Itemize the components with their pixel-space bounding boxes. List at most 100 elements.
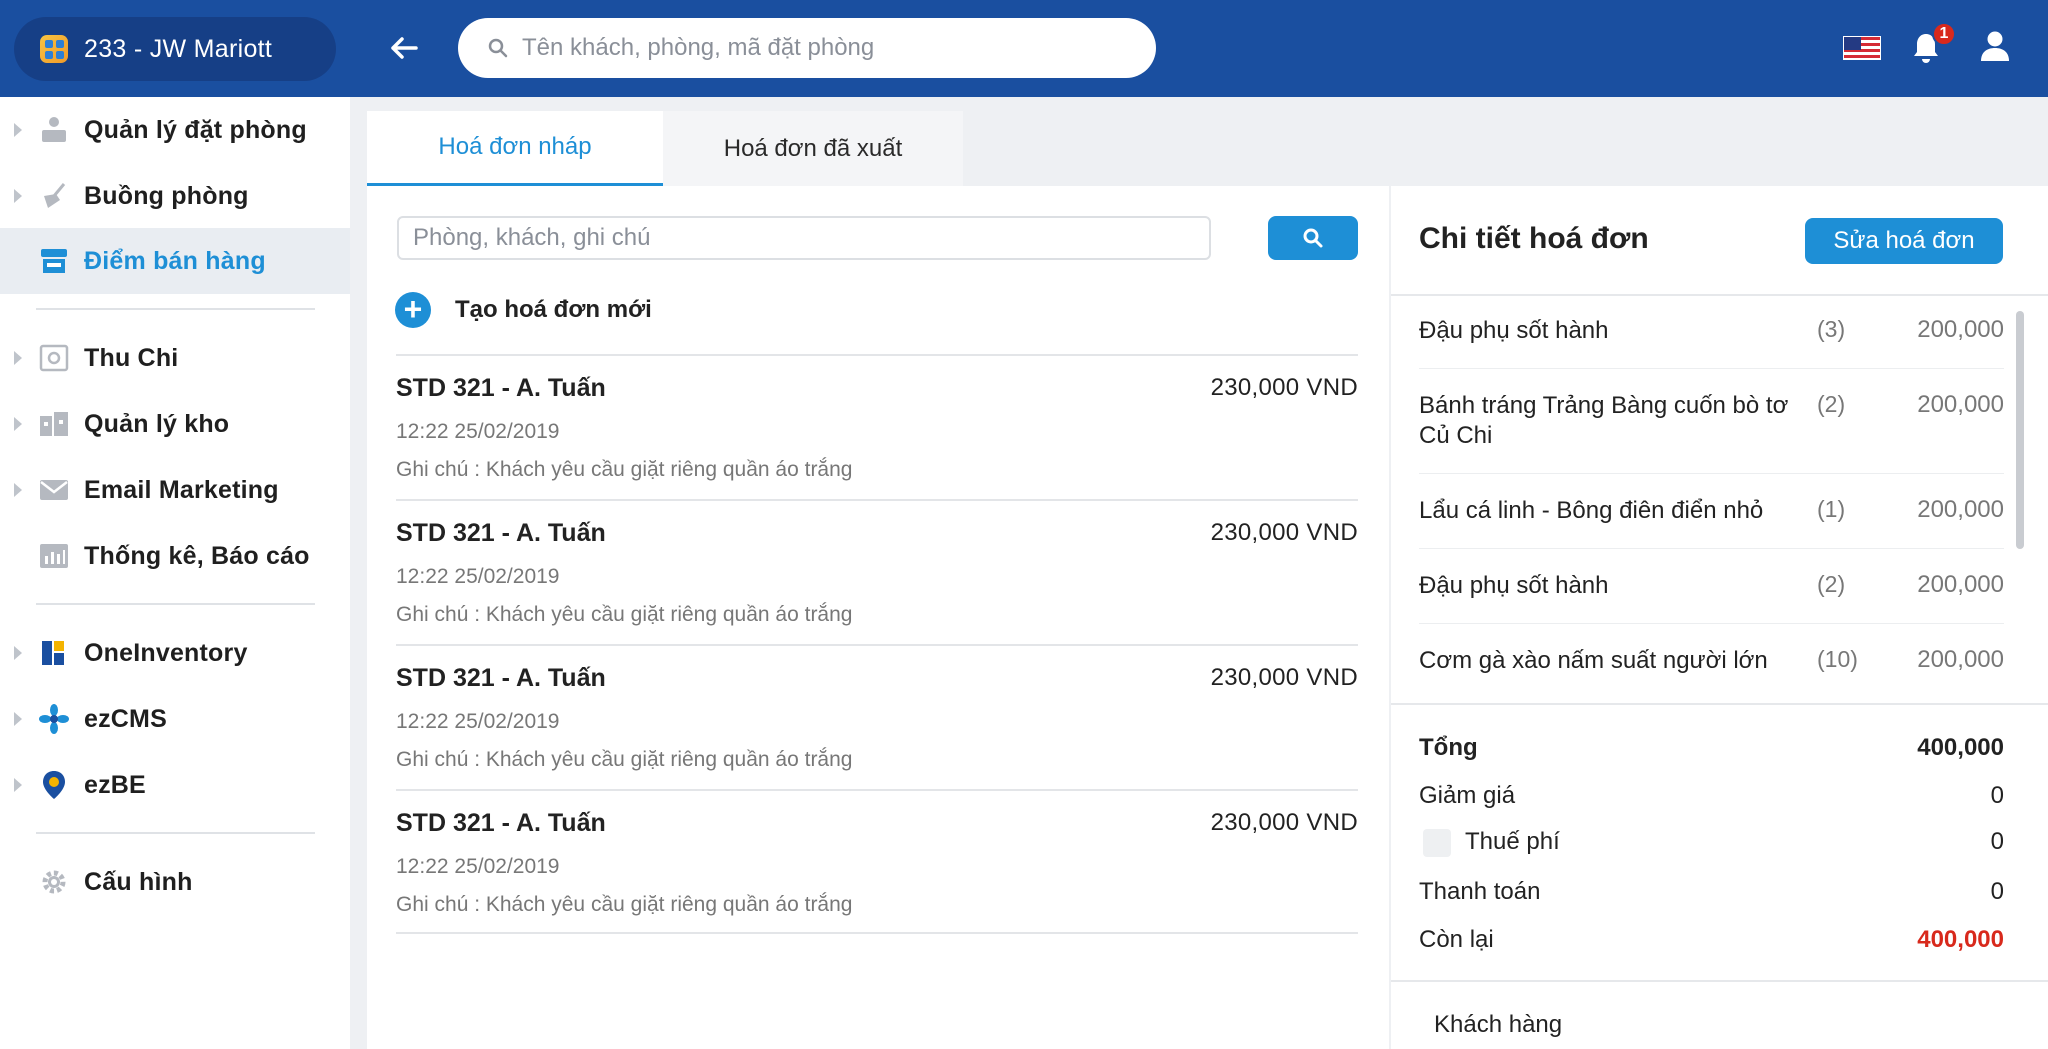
housekeeping-icon bbox=[38, 180, 70, 212]
invoice-item: Đậu phụ sốt hành (2) 200,000 bbox=[1419, 549, 2004, 624]
us-flag-icon[interactable] bbox=[1843, 36, 1881, 60]
invoice-row[interactable]: STD 321 - A. Tuấn 230,000 VND 12:22 25/0… bbox=[396, 499, 1358, 644]
sidebar-item-housekeeping[interactable]: Buồng phòng bbox=[0, 163, 350, 229]
plus-icon: + bbox=[395, 292, 431, 328]
invoice-name: STD 321 - A. Tuấn bbox=[396, 664, 606, 692]
invoice-row[interactable]: STD 321 - A. Tuấn 230,000 VND 12:22 25/0… bbox=[396, 789, 1358, 934]
invoice-note: Ghi chú : Khách yêu cầu giặt riêng quần … bbox=[396, 458, 853, 481]
expand-caret-icon[interactable] bbox=[14, 778, 22, 792]
invoice-note: Ghi chú : Khách yêu cầu giặt riêng quần … bbox=[396, 893, 853, 916]
item-price: 200,000 bbox=[1917, 646, 2004, 673]
expand-caret-icon[interactable] bbox=[14, 417, 22, 431]
invoice-time: 12:22 25/02/2019 bbox=[396, 420, 560, 443]
sidebar-item-warehouse[interactable]: Quản lý kho bbox=[0, 391, 350, 457]
tab-exported-invoices[interactable]: Hoá đơn đã xuất bbox=[663, 111, 963, 186]
create-invoice-label: Tạo hoá đơn mới bbox=[455, 296, 652, 323]
store-icon bbox=[38, 245, 70, 277]
warehouse-icon bbox=[38, 408, 70, 440]
sidebar-divider bbox=[36, 603, 315, 605]
item-price: 200,000 bbox=[1917, 316, 2004, 343]
back-arrow-icon[interactable] bbox=[386, 30, 422, 66]
invoice-time: 12:22 25/02/2019 bbox=[396, 565, 560, 588]
expand-caret-icon[interactable] bbox=[14, 646, 22, 660]
summary-total: Tổng 400,000 bbox=[1419, 734, 2004, 762]
item-price: 200,000 bbox=[1917, 391, 2004, 418]
sidebar-item-email-marketing[interactable]: Email Marketing bbox=[0, 457, 350, 523]
expand-caret-icon[interactable] bbox=[14, 189, 22, 203]
item-name: Bánh tráng Trảng Bàng cuốn bò tơ Củ Chi bbox=[1419, 392, 1789, 449]
expand-caret-icon[interactable] bbox=[14, 712, 22, 726]
notification-badge: 1 bbox=[1932, 22, 1956, 46]
discount-label: Giảm giá bbox=[1419, 782, 1516, 809]
sidebar-item-ezbe[interactable]: ezBE bbox=[0, 752, 350, 818]
invoice-detail-panel: Chi tiết hoá đơn Sửa hoá đơn Đậu phụ sốt… bbox=[1391, 186, 2048, 1049]
safe-icon bbox=[38, 342, 70, 374]
sidebar-item-ezcms[interactable]: ezCMS bbox=[0, 686, 350, 752]
paid-label: Thanh toán bbox=[1419, 878, 1541, 905]
invoice-row[interactable]: STD 321 - A. Tuấn 230,000 VND 12:22 25/0… bbox=[396, 644, 1358, 789]
detail-divider bbox=[1391, 703, 2048, 705]
expand-caret-icon[interactable] bbox=[14, 351, 22, 365]
sidebar-item-reports[interactable]: Thống kê, Báo cáo bbox=[0, 523, 350, 589]
ezbe-icon bbox=[38, 769, 70, 801]
user-icon[interactable] bbox=[1980, 30, 2012, 64]
invoice-tabs: Hoá đơn nháp Hoá đơn đã xuất bbox=[367, 111, 963, 186]
total-label: Tổng bbox=[1419, 734, 1478, 761]
detail-title: Chi tiết hoá đơn bbox=[1419, 222, 1649, 255]
item-name: Đậu phụ sốt hành bbox=[1419, 572, 1609, 599]
mail-icon bbox=[38, 474, 70, 506]
report-icon bbox=[38, 540, 70, 572]
summary-tax: Thuế phí 0 bbox=[1419, 828, 2004, 857]
sidebar-divider bbox=[36, 308, 315, 310]
search-icon bbox=[1303, 228, 1323, 248]
tax-checkbox[interactable] bbox=[1423, 828, 1451, 857]
item-name: Đậu phụ sốt hành bbox=[1419, 317, 1609, 344]
paid-value: 0 bbox=[1990, 878, 2004, 905]
sidebar: Quản lý đặt phòng Buồng phòng Điểm bán h… bbox=[0, 97, 350, 1049]
booking-icon bbox=[38, 114, 70, 146]
sidebar-item-oneinventory[interactable]: OneInventory bbox=[0, 620, 350, 686]
invoice-time: 12:22 25/02/2019 bbox=[396, 710, 560, 733]
expand-caret-icon[interactable] bbox=[14, 483, 22, 497]
invoice-row[interactable]: STD 321 - A. Tuấn 230,000 VND 12:22 25/0… bbox=[396, 354, 1358, 499]
sidebar-item-label: OneInventory bbox=[84, 638, 248, 667]
total-value: 400,000 bbox=[1917, 734, 2004, 761]
edit-invoice-button[interactable]: Sửa hoá đơn bbox=[1805, 218, 2003, 264]
detail-divider bbox=[1391, 980, 2048, 982]
tab-draft-invoices[interactable]: Hoá đơn nháp bbox=[367, 111, 663, 186]
item-name: Lẩu cá linh - Bông điên điển nhỏ bbox=[1419, 497, 1764, 524]
items-scrollbar[interactable] bbox=[2016, 311, 2024, 549]
sidebar-item-settings[interactable]: Cấu hình bbox=[0, 849, 350, 915]
item-qty: (3) bbox=[1817, 316, 1846, 342]
invoice-amount: 230,000 VND bbox=[1210, 809, 1358, 836]
invoice-item: Bánh tráng Trảng Bàng cuốn bò tơ Củ Chi … bbox=[1419, 369, 2004, 474]
invoice-name: STD 321 - A. Tuấn bbox=[396, 519, 606, 547]
invoice-item: Lẩu cá linh - Bông điên điển nhỏ (1) 200… bbox=[1419, 474, 2004, 549]
global-search-input[interactable]: Tên khách, phòng, mã đặt phòng bbox=[458, 18, 1156, 78]
item-qty: (2) bbox=[1817, 571, 1846, 597]
item-qty: (2) bbox=[1817, 391, 1846, 417]
item-price: 200,000 bbox=[1917, 496, 2004, 523]
invoice-item: Cơm gà xào nấm suất người lớn (10) 200,0… bbox=[1419, 624, 2004, 699]
sidebar-item-income-expense[interactable]: Thu Chi bbox=[0, 325, 350, 391]
invoice-search-input[interactable]: Phòng, khách, ghi chú bbox=[397, 216, 1211, 260]
sidebar-item-label: Thống kê, Báo cáo bbox=[84, 541, 310, 570]
sidebar-item-booking[interactable]: Quản lý đặt phòng bbox=[0, 97, 350, 163]
hotel-logo-icon bbox=[40, 35, 68, 63]
gear-icon bbox=[38, 866, 70, 898]
sidebar-item-label: Điểm bán hàng bbox=[84, 246, 266, 275]
ezcms-icon bbox=[38, 703, 70, 735]
sidebar-item-label: ezBE bbox=[84, 770, 146, 799]
hotel-selector[interactable]: 233 - JW Mariott bbox=[14, 17, 336, 81]
search-button[interactable] bbox=[1268, 216, 1358, 260]
sidebar-item-pos[interactable]: Điểm bán hàng bbox=[0, 228, 350, 294]
create-invoice-button[interactable]: + Tạo hoá đơn mới bbox=[395, 292, 652, 328]
tax-value: 0 bbox=[1990, 828, 2004, 855]
sidebar-item-label: Thu Chi bbox=[84, 343, 179, 372]
customer-section-label[interactable]: Khách hàng bbox=[1434, 1011, 1562, 1039]
item-price: 200,000 bbox=[1917, 571, 2004, 598]
invoice-item: Đậu phụ sốt hành (3) 200,000 bbox=[1419, 296, 2004, 369]
expand-caret-icon[interactable] bbox=[14, 123, 22, 137]
global-search-placeholder: Tên khách, phòng, mã đặt phòng bbox=[522, 34, 875, 61]
summary-remaining: Còn lại 400,000 bbox=[1419, 926, 2004, 954]
